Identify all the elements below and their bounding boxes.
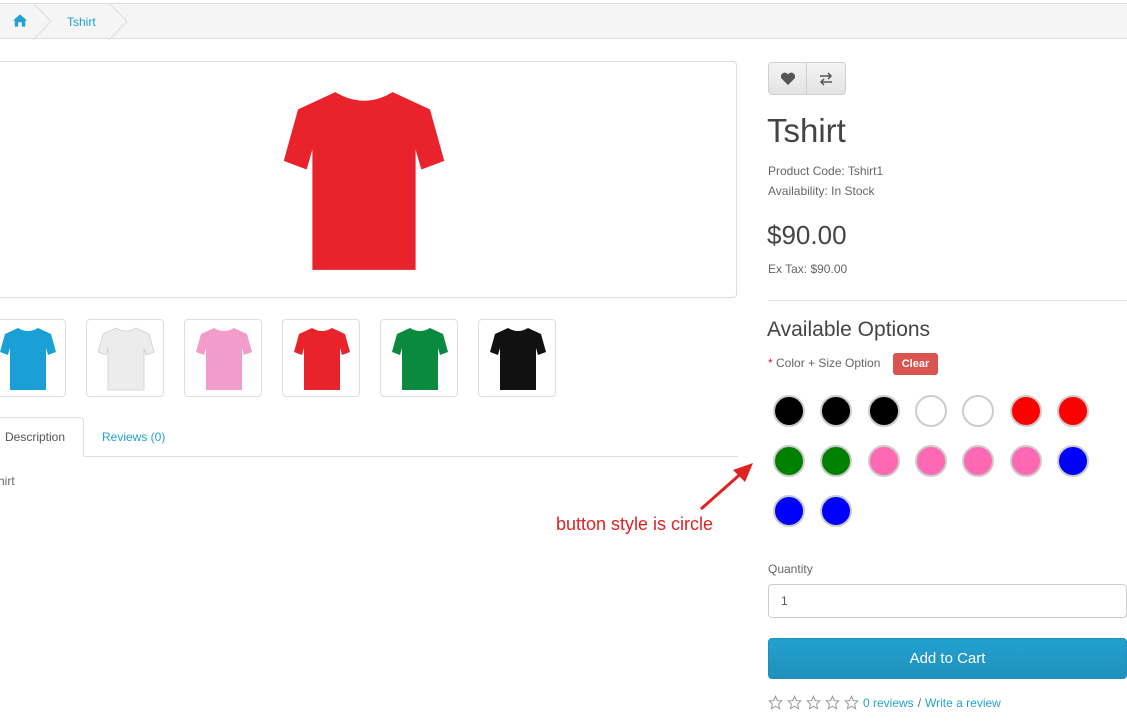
add-to-cart-button[interactable]: Add to Cart — [768, 638, 1127, 679]
product-thumbnail[interactable] — [0, 319, 66, 397]
product-tabs: Description Reviews (0) — [0, 417, 738, 457]
star-icon — [844, 695, 859, 710]
product-thumbnail[interactable] — [478, 319, 556, 397]
home-icon — [13, 14, 27, 30]
tshirt-image — [283, 92, 445, 270]
product-thumbnail[interactable] — [282, 319, 360, 397]
clear-option-button[interactable]: Clear — [893, 353, 938, 375]
annotation-arrow — [700, 463, 753, 511]
option-label-text: Color + Size Option — [776, 356, 881, 370]
description-text: hirt — [0, 474, 15, 488]
color-option-button[interactable] — [1056, 445, 1089, 477]
rating: 0 reviews / Write a review — [768, 695, 1001, 710]
color-option-button[interactable] — [962, 395, 995, 427]
color-option-button[interactable] — [1009, 445, 1042, 477]
tshirt-image — [0, 328, 56, 390]
color-option-button[interactable] — [962, 445, 995, 477]
heart-icon — [780, 72, 795, 85]
tab-description[interactable]: Description — [0, 417, 84, 457]
color-option-button[interactable] — [820, 495, 853, 527]
color-option-button[interactable] — [773, 495, 805, 527]
color-option-button[interactable] — [1009, 395, 1042, 427]
product-thumbnail[interactable] — [86, 319, 164, 397]
tshirt-image — [490, 328, 546, 390]
write-review-link[interactable]: Write a review — [925, 696, 1001, 710]
color-option-button[interactable] — [914, 445, 947, 477]
rating-separator: / — [917, 695, 922, 710]
options-heading: Available Options — [767, 318, 931, 341]
product-title: Tshirt — [767, 112, 846, 149]
star-icon — [768, 695, 783, 710]
breadcrumb-separator — [108, 2, 129, 41]
breadcrumb-separator — [32, 2, 53, 41]
star-icon — [806, 695, 821, 710]
product-thumbnail[interactable] — [380, 319, 458, 397]
annotation-text: button style is circle — [556, 514, 714, 534]
color-option-button[interactable] — [867, 445, 900, 477]
star-icon — [825, 695, 840, 710]
star-icon — [787, 695, 802, 710]
quantity-input[interactable]: 1 — [768, 584, 1127, 618]
exchange-icon — [819, 71, 833, 86]
tshirt-image — [196, 328, 252, 390]
reviews-count-link[interactable]: 0 reviews — [863, 696, 914, 710]
breadcrumb: Tshirt — [0, 2, 1127, 41]
tshirt-image — [392, 328, 448, 390]
option-label: * Color + Size Option — [768, 356, 880, 370]
product-code: Product Code: Tshirt1 — [768, 164, 884, 178]
tshirt-image — [97, 327, 155, 391]
color-option-button[interactable] — [867, 395, 900, 427]
color-option-button[interactable] — [773, 445, 805, 477]
product-availability: Availability: In Stock — [768, 184, 875, 198]
divider — [768, 300, 1127, 301]
wishlist-button[interactable] — [768, 62, 807, 95]
color-option-button[interactable] — [1056, 395, 1089, 427]
color-option-button[interactable] — [914, 395, 947, 427]
color-option-button[interactable] — [820, 445, 853, 477]
product-main-image[interactable] — [0, 61, 737, 298]
breadcrumb-item-tshirt[interactable]: Tshirt — [67, 4, 96, 40]
compare-button[interactable] — [807, 62, 846, 95]
product-price: $90.00 — [767, 220, 847, 250]
color-option-button[interactable] — [820, 395, 853, 427]
tab-reviews[interactable]: Reviews (0) — [102, 417, 165, 456]
color-option-button[interactable] — [773, 395, 805, 427]
ex-tax-price: Ex Tax: $90.00 — [768, 262, 848, 276]
quantity-label: Quantity — [768, 562, 813, 576]
product-thumbnail[interactable] — [184, 319, 262, 397]
required-marker: * — [768, 356, 773, 370]
product-actions — [768, 62, 846, 95]
tshirt-image — [294, 328, 350, 390]
